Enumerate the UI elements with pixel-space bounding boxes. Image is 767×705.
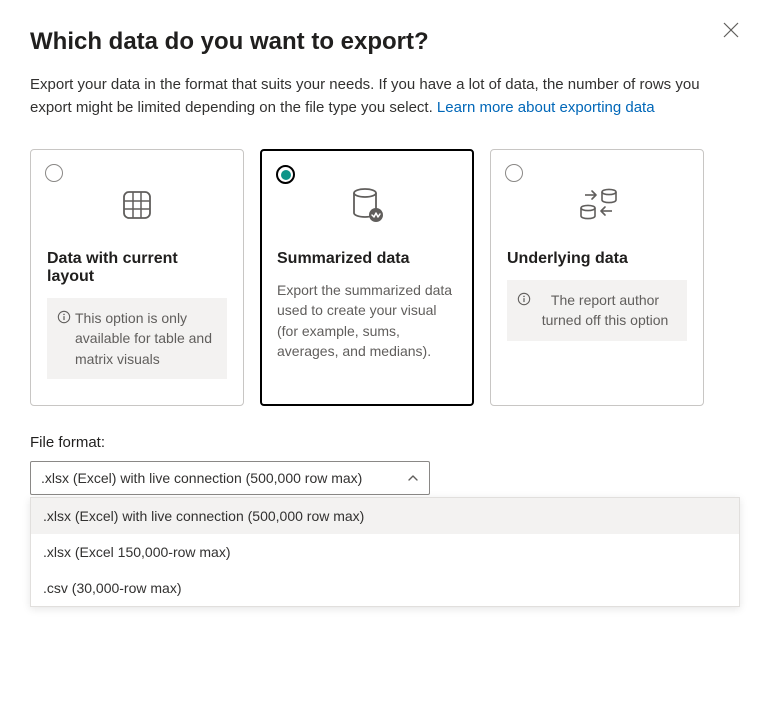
close-icon bbox=[723, 22, 739, 38]
card-note-layout-text: This option is only available for table … bbox=[75, 308, 215, 369]
file-format-option[interactable]: .csv (30,000-row max) bbox=[31, 570, 739, 606]
card-title-layout: Data with current layout bbox=[47, 250, 227, 286]
file-format-selected: .xlsx (Excel) with live connection (500,… bbox=[41, 470, 362, 486]
info-icon bbox=[517, 292, 531, 306]
card-note-layout: This option is only available for table … bbox=[47, 298, 227, 379]
option-card-summarized[interactable]: Summarized data Export the summarized da… bbox=[260, 149, 474, 406]
learn-more-link[interactable]: Learn more about exporting data bbox=[437, 99, 655, 116]
dialog-title: Which data do you want to export? bbox=[30, 28, 737, 56]
file-format-combobox[interactable]: .xlsx (Excel) with live connection (500,… bbox=[30, 461, 430, 495]
file-format-option[interactable]: .xlsx (Excel) with live connection (500,… bbox=[31, 498, 739, 534]
option-card-current-layout[interactable]: Data with current layout This option is … bbox=[30, 149, 244, 406]
file-format-dropdown: .xlsx (Excel) with live connection (500,… bbox=[30, 497, 740, 607]
card-note-summarized: Export the summarized data used to creat… bbox=[277, 280, 457, 361]
radio-summarized[interactable] bbox=[276, 165, 295, 184]
grid-icon-wrap bbox=[47, 170, 227, 240]
chevron-up-icon bbox=[407, 472, 419, 484]
sync-databases-icon bbox=[572, 184, 622, 226]
file-format-label: File format: bbox=[30, 434, 737, 451]
export-data-dialog: Which data do you want to export? Export… bbox=[0, 0, 767, 627]
card-title-underlying: Underlying data bbox=[507, 250, 687, 268]
grid-icon bbox=[119, 187, 155, 223]
card-title-summarized: Summarized data bbox=[277, 250, 457, 268]
sync-icon-wrap bbox=[507, 170, 687, 240]
dialog-subtitle: Export your data in the format that suit… bbox=[30, 74, 730, 119]
close-button[interactable] bbox=[723, 22, 739, 38]
radio-underlying[interactable] bbox=[505, 164, 523, 182]
card-note-underlying: The report author turned off this option bbox=[507, 280, 687, 341]
info-icon bbox=[57, 310, 71, 324]
card-note-underlying-text: The report author turned off this option bbox=[535, 290, 675, 331]
file-format-option[interactable]: .xlsx (Excel 150,000-row max) bbox=[31, 534, 739, 570]
radio-current-layout[interactable] bbox=[45, 164, 63, 182]
database-icon-wrap bbox=[277, 170, 457, 240]
export-option-cards: Data with current layout This option is … bbox=[30, 149, 737, 406]
database-icon bbox=[345, 183, 389, 227]
option-card-underlying[interactable]: Underlying data The report author turned… bbox=[490, 149, 704, 406]
